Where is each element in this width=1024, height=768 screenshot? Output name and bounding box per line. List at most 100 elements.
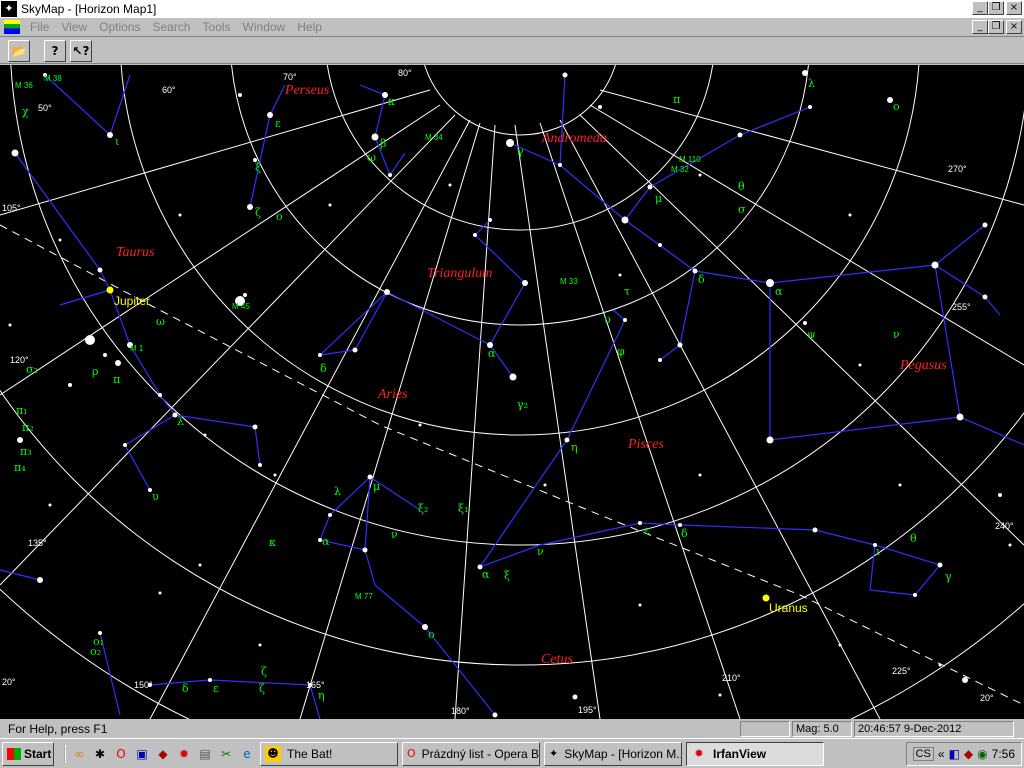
star-label: ι: [115, 135, 120, 148]
star-label: ν: [391, 528, 398, 541]
open-folder-icon[interactable]: 📂: [8, 39, 30, 62]
window-title: SkyMap - [Horizon Map1]: [21, 2, 157, 16]
messier-label: M 45: [232, 302, 250, 311]
star-label: π: [673, 93, 681, 106]
star-label: ψ: [807, 328, 816, 341]
star-label: ε: [644, 524, 650, 537]
constellation-cetus: Cetus: [541, 652, 573, 667]
task-irfanview[interactable]: ✹ IrfanView: [686, 741, 824, 766]
star-label: ε: [275, 117, 281, 130]
title-bar: ✦ SkyMap - [Horizon Map1] _ ❐ ×: [0, 0, 1024, 18]
star-label: γ₂: [517, 398, 528, 411]
constellation-triangulum: Triangulum: [427, 266, 493, 281]
messier-label: M 34: [425, 133, 443, 142]
degree-label: 105°: [2, 203, 21, 213]
menu-help[interactable]: Help: [291, 20, 328, 34]
app-quick-icon[interactable]: ▤: [196, 745, 214, 763]
toolbar: 📂 ? ↖?: [0, 38, 1024, 64]
star-label: γ: [517, 145, 524, 158]
star-label: ο: [893, 100, 900, 113]
help-icon[interactable]: ?: [44, 39, 66, 62]
opera-icon: O: [407, 746, 416, 760]
minimize-button[interactable]: _: [972, 1, 988, 15]
internet-explorer-icon[interactable]: e: [238, 745, 256, 763]
task-label: IrfanView: [713, 746, 767, 761]
star-label: κ: [388, 95, 395, 108]
security-icon[interactable]: ◆: [964, 747, 973, 761]
irfanview-icon: ✹: [694, 746, 704, 760]
star-label: θ: [738, 180, 745, 193]
star-label: ν: [537, 545, 544, 558]
star-label: ζ: [255, 206, 261, 219]
star-label: η: [571, 441, 578, 454]
menu-file[interactable]: File: [24, 20, 55, 34]
messier-label: M 36: [15, 81, 33, 90]
skymap-icon: ✦: [549, 746, 559, 760]
shield-icon[interactable]: ◆: [154, 745, 172, 763]
menu-tools[interactable]: Tools: [197, 20, 237, 34]
task-skymap[interactable]: ✦ SkyMap - [Horizon M...: [544, 741, 682, 766]
task-opera[interactable]: O Prázdný list - Opera B...: [402, 741, 540, 766]
tray-expand-chevron-icon[interactable]: «: [938, 747, 945, 761]
messier-label: M 77: [355, 592, 373, 601]
irfanview-quick-icon[interactable]: ✹: [175, 745, 193, 763]
clock[interactable]: 7:56: [992, 747, 1015, 761]
restore-button[interactable]: ❐: [988, 1, 1004, 15]
degree-label: 270°: [948, 164, 967, 174]
star-label: α: [482, 568, 490, 581]
sky-map[interactable]: Perseus Andromeda Taurus Triangulum Arie…: [0, 65, 1024, 719]
star-label: ε: [213, 682, 219, 695]
degree-label: 135°: [28, 538, 47, 548]
status-help-text: For Help, press F1: [8, 721, 108, 736]
doc-restore-button[interactable]: ❐: [988, 20, 1004, 34]
menu-options[interactable]: Options: [93, 20, 146, 34]
context-help-icon[interactable]: ↖?: [70, 39, 92, 62]
star-label: λ: [177, 415, 184, 428]
menu-search[interactable]: Search: [147, 20, 197, 34]
degree-label: 150°: [134, 680, 153, 690]
menu-window[interactable]: Window: [237, 20, 292, 34]
tools-quick-icon[interactable]: ✂: [217, 745, 235, 763]
star-label: δ: [320, 362, 327, 375]
windows-logo-icon: [7, 747, 21, 760]
star-label: μ: [655, 192, 663, 205]
quicklaunch-icon-2[interactable]: ✱: [91, 745, 109, 763]
star-label: ι: [876, 545, 881, 558]
star-label: β: [380, 137, 387, 150]
star-label: ξ: [255, 161, 262, 174]
status-bar: For Help, press F1 Mag: 5.0 20:46:57 9-D…: [0, 719, 1024, 738]
star-label: η: [318, 689, 325, 702]
constellation-andromeda: Andromeda: [542, 131, 607, 146]
star-label: ω: [367, 151, 376, 164]
task-the-bat[interactable]: ☻ The Bat!: [260, 741, 398, 766]
document-icon[interactable]: [4, 20, 20, 34]
degree-label: 210°: [722, 673, 741, 683]
star-label: α: [488, 347, 496, 360]
star-label: υ: [152, 490, 159, 503]
status-magnitude: Mag: 5.0: [792, 720, 852, 737]
jupiter-marker[interactable]: [106, 286, 114, 294]
close-button[interactable]: ×: [1006, 1, 1022, 15]
star-label: π: [113, 373, 121, 386]
network-icon[interactable]: ◧: [949, 747, 960, 761]
menu-view[interactable]: View: [55, 20, 93, 34]
save-disk-icon[interactable]: ▣: [133, 745, 151, 763]
star-label: ζ: [259, 682, 265, 695]
sky-map-canvas[interactable]: [0, 65, 1024, 719]
quicklaunch-icon-1[interactable]: ∞: [70, 745, 88, 763]
language-indicator[interactable]: CS: [912, 747, 934, 761]
messier-label: M 32: [671, 165, 689, 174]
start-button[interactable]: Start: [2, 741, 54, 766]
constellation-perseus: Perseus: [285, 83, 330, 98]
star-label: ο: [428, 628, 435, 641]
azimuth-grid: [0, 89, 1024, 719]
constellation-aries: Aries: [378, 387, 408, 402]
star-label: χ: [22, 105, 29, 118]
opera-icon[interactable]: O: [112, 745, 130, 763]
doc-minimize-button[interactable]: _: [972, 20, 988, 34]
degree-label: 50°: [38, 103, 52, 113]
planet-label-jupiter: Jupiter: [114, 294, 151, 308]
skymap-app-icon[interactable]: ✦: [1, 1, 17, 17]
tray-app-icon[interactable]: ◉: [977, 747, 987, 761]
doc-close-button[interactable]: ×: [1006, 20, 1022, 34]
